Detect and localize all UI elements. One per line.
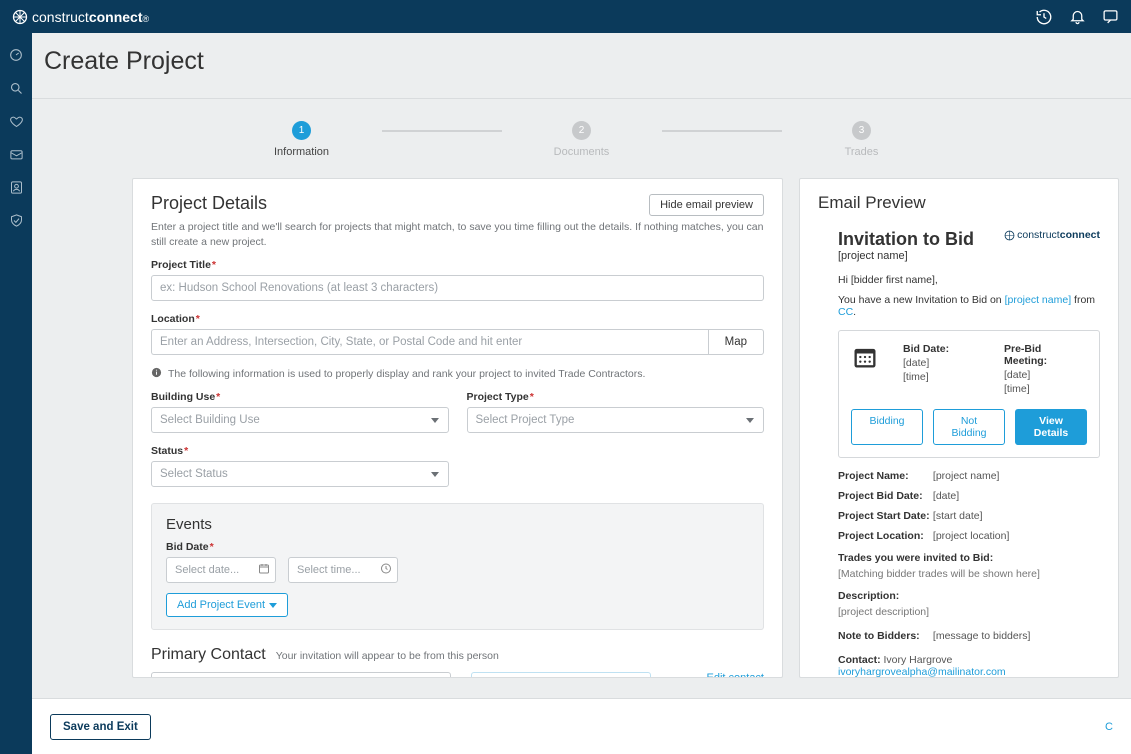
calendar-large-icon	[851, 343, 885, 374]
building-use-label: Building Use	[151, 391, 449, 403]
edit-contact-link[interactable]: Edit contact	[707, 672, 764, 678]
project-type-label: Project Type	[467, 391, 765, 403]
stepper: 1 Information 2 Documents 3 Trades	[32, 121, 1131, 158]
bidding-button[interactable]: Bidding	[851, 409, 923, 445]
email-preview-title: Email Preview	[818, 193, 1100, 213]
brand-mark-icon	[12, 9, 28, 25]
step-documents[interactable]: 2 Documents	[502, 121, 662, 158]
primary-contact-hint: Your invitation will appear to be from t…	[276, 650, 499, 662]
invite-cc-link[interactable]: CC	[838, 306, 853, 318]
project-title-input[interactable]	[151, 275, 764, 301]
rail-contacts-icon[interactable]	[9, 180, 24, 195]
status-select[interactable]: Select Status	[151, 461, 449, 487]
rail-dashboard-icon[interactable]	[8, 47, 24, 63]
building-use-select[interactable]: Select Building Use	[151, 407, 449, 433]
rail-shield-icon[interactable]	[9, 213, 24, 228]
brand-second: connect	[89, 9, 143, 25]
chat-icon[interactable]	[1102, 8, 1119, 25]
add-project-event-button[interactable]: Add Project Event	[166, 593, 288, 617]
map-button[interactable]: Map	[708, 329, 764, 355]
save-and-exit-button[interactable]: Save and Exit	[50, 714, 151, 740]
brand-logo[interactable]: constructconnect®	[12, 9, 149, 25]
page-title: Create Project	[44, 47, 1119, 76]
view-details-button[interactable]: View Details	[1015, 409, 1087, 445]
events-title: Events	[166, 516, 749, 533]
hide-email-preview-button[interactable]: Hide email preview	[649, 194, 764, 216]
contact-email-link[interactable]: ivoryhargrovealpha@mailinator.com	[838, 666, 1006, 678]
rail-inbox-icon[interactable]	[9, 147, 24, 162]
location-input[interactable]	[151, 329, 708, 355]
email-preview-panel: Email Preview Invitation to Bid [project…	[799, 178, 1119, 678]
brand-first: construct	[32, 9, 89, 25]
project-details-title: Project Details	[151, 193, 267, 214]
bid-date-label: Bid Date	[166, 541, 749, 553]
step-trades[interactable]: 3 Trades	[782, 121, 942, 158]
footer-right[interactable]: C	[1105, 721, 1113, 733]
project-title-label: Project Title	[151, 259, 764, 271]
caret-down-icon	[269, 603, 277, 608]
status-label: Status	[151, 445, 449, 457]
contact-card: Ivory Hargrove Email ivoryhargrovealpha@…	[471, 672, 651, 678]
location-label: Location	[151, 313, 764, 325]
step-information[interactable]: 1 Information	[222, 121, 382, 158]
display-info-line: The following information is used to pro…	[151, 367, 764, 381]
primary-contact-select[interactable]: Yourself (Ivory Hargrove)	[151, 672, 451, 678]
rail-search-icon[interactable]	[9, 81, 24, 96]
bell-icon[interactable]	[1069, 8, 1086, 25]
events-section: Events Bid Date Add Project Event	[151, 503, 764, 630]
bid-summary-card: Bid Date: [date] [time] Pre-Bid Meeting:…	[838, 330, 1100, 458]
details-helper: Enter a project title and we'll search f…	[151, 220, 764, 249]
clock-icon[interactable]	[380, 563, 392, 578]
info-icon	[151, 367, 162, 381]
primary-contact-title: Primary Contact	[151, 646, 266, 664]
not-bidding-button[interactable]: Not Bidding	[933, 409, 1005, 445]
cc-logo: constructconnect	[1004, 229, 1100, 241]
rail-heart-icon[interactable]	[9, 114, 24, 129]
calendar-icon[interactable]	[258, 563, 270, 578]
invite-project-link[interactable]: [project name]	[1005, 294, 1072, 306]
project-type-select[interactable]: Select Project Type	[467, 407, 765, 433]
project-details-panel: Project Details Hide email preview Enter…	[132, 178, 783, 678]
invite-title: Invitation to Bid	[838, 229, 974, 250]
history-icon[interactable]	[1035, 8, 1053, 26]
